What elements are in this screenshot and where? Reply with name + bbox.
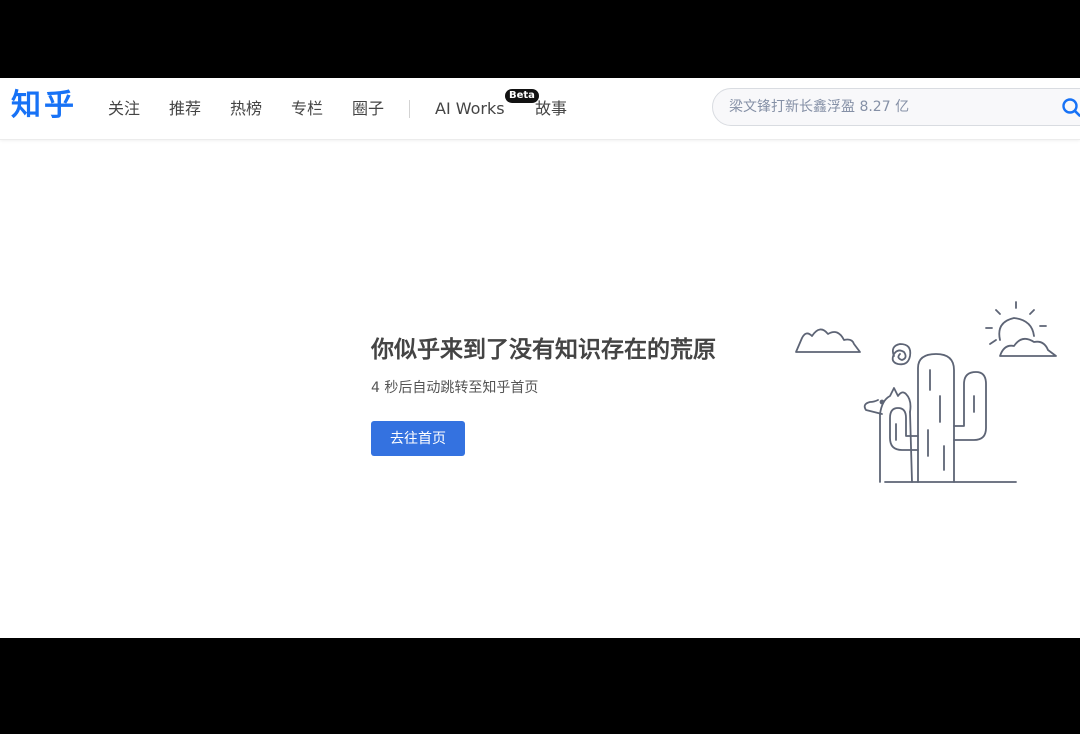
nav-divider bbox=[409, 100, 410, 118]
desert-illustration bbox=[795, 301, 1057, 483]
zhihu-logo[interactable]: 知乎 bbox=[11, 87, 77, 125]
error-title: 你似乎来到了没有知识存在的荒原 bbox=[371, 337, 716, 363]
beta-badge: Beta bbox=[505, 89, 539, 103]
top-header: 知乎 关注 推荐 热榜 专栏 圈子 AI Works Beta 故事 bbox=[0, 78, 1080, 140]
dog-icon bbox=[863, 387, 913, 483]
nav-item-recommend[interactable]: 推荐 bbox=[169, 98, 201, 120]
nav-item-follow[interactable]: 关注 bbox=[108, 98, 140, 120]
nav-item-ai-works[interactable]: AI Works bbox=[435, 98, 505, 120]
go-home-button[interactable]: 去往首页 bbox=[371, 421, 465, 456]
nav-item-circle[interactable]: 圈子 bbox=[352, 98, 384, 120]
nav-item-stories[interactable]: 故事 bbox=[535, 98, 567, 120]
scribble-icon bbox=[891, 343, 912, 366]
cloud-icon bbox=[795, 328, 861, 353]
search-input[interactable] bbox=[729, 97, 1049, 117]
cactus-icon bbox=[889, 353, 987, 483]
redirect-countdown: 4 秒后自动跳转至知乎首页 bbox=[371, 380, 539, 396]
cloud-icon bbox=[999, 337, 1057, 357]
search-box bbox=[712, 88, 1080, 126]
search-icon[interactable] bbox=[1061, 97, 1080, 119]
nav-item-hot[interactable]: 热榜 bbox=[230, 98, 262, 120]
sun-icon bbox=[985, 301, 1047, 345]
page: 知乎 关注 推荐 热榜 专栏 圈子 AI Works Beta 故事 你似乎来到… bbox=[0, 78, 1080, 638]
nav-item-column[interactable]: 专栏 bbox=[291, 98, 323, 120]
